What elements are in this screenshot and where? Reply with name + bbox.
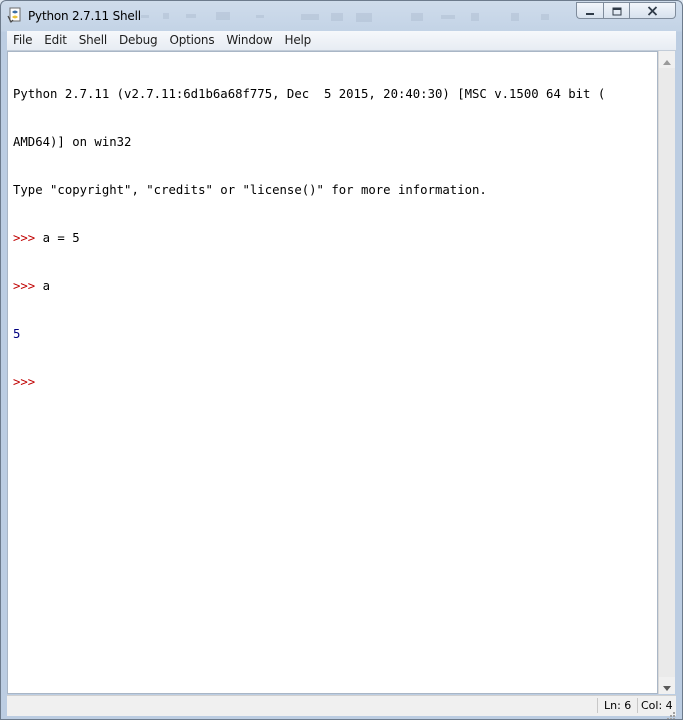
- menu-bar: File Edit Shell Debug Options Window Hel…: [7, 31, 676, 51]
- menu-shell[interactable]: Shell: [73, 31, 113, 50]
- minimize-button[interactable]: [576, 2, 603, 19]
- banner-line: AMD64)] on win32: [13, 135, 132, 149]
- maximize-icon: [612, 1, 622, 20]
- menu-help[interactable]: Help: [279, 31, 318, 50]
- shell-output: Python 2.7.11 (v2.7.11:6d1b6a68f775, Dec…: [13, 54, 653, 422]
- menu-window[interactable]: Window: [220, 31, 278, 50]
- menu-file[interactable]: File: [7, 31, 38, 50]
- menu-edit[interactable]: Edit: [38, 31, 72, 50]
- status-line-number: Ln: 6: [604, 699, 632, 712]
- input-line: >>> a: [13, 278, 653, 294]
- resize-grip-icon[interactable]: [666, 706, 676, 719]
- maximize-button[interactable]: [603, 2, 629, 19]
- vertical-scrollbar[interactable]: [658, 51, 675, 694]
- window-controls: [576, 2, 676, 21]
- shell-prompt: >>>: [13, 231, 43, 245]
- titlebar-reflection-decoration: [141, 11, 561, 25]
- banner-line: Python 2.7.11 (v2.7.11:6d1b6a68f775, Dec…: [13, 87, 606, 101]
- banner-info-line: Type "copyright", "credits" or "license(…: [13, 183, 487, 197]
- scroll-down-arrow-icon: [663, 676, 671, 695]
- output-line: 5: [13, 327, 21, 341]
- title-bar[interactable]: Python 2.7.11 Shell: [1, 1, 682, 31]
- scroll-down-button[interactable]: [659, 677, 675, 694]
- shell-text-area[interactable]: Python 2.7.11 (v2.7.11:6d1b6a68f775, Dec…: [7, 51, 658, 694]
- input-line: >>> a = 5: [13, 230, 653, 246]
- scroll-up-arrow-icon: [663, 50, 671, 69]
- window-title: Python 2.7.11 Shell: [28, 9, 141, 23]
- close-icon: [647, 1, 658, 20]
- idle-shell-window: Python 2.7.11 Shell File Edit Shell Debu…: [0, 0, 683, 720]
- menu-debug[interactable]: Debug: [113, 31, 163, 50]
- python-idle-icon[interactable]: [7, 7, 23, 25]
- status-divider: [597, 698, 598, 713]
- status-bar: Ln: 6 Col: 4: [7, 695, 676, 719]
- scroll-up-button[interactable]: [659, 51, 675, 68]
- minimize-icon: [585, 1, 595, 20]
- status-divider: [637, 698, 638, 713]
- close-button[interactable]: [629, 2, 676, 19]
- menu-options[interactable]: Options: [163, 31, 220, 50]
- current-input-line[interactable]: >>>: [13, 374, 653, 390]
- shell-prompt: >>>: [13, 375, 43, 389]
- input-code: a = 5: [42, 231, 80, 245]
- shell-prompt: >>>: [13, 279, 43, 293]
- input-code: a: [42, 279, 51, 293]
